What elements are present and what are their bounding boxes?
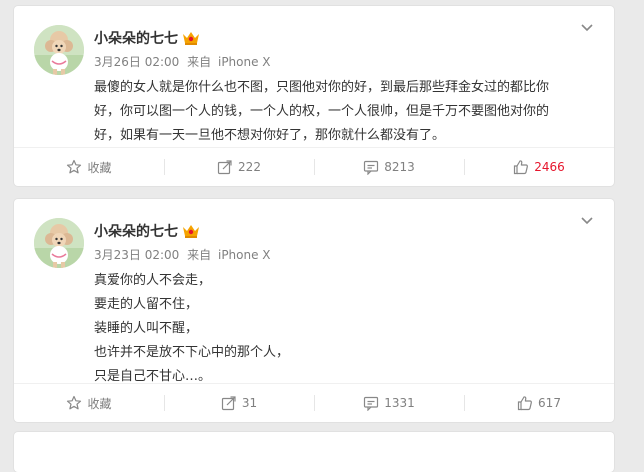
post-text: 真爱你的人不会走， 要走的人留不住， 装睡的人叫不醒， 也许并不是放不下心中的那… — [94, 269, 594, 389]
post-menu-button[interactable] — [580, 23, 594, 33]
post-date-link[interactable]: 3月23日 02:00 — [94, 248, 179, 262]
weibo-post-card: 小朵朵的七七 3月26日 02:00 来自 iPhone X 最傻的女人就是你什… — [14, 6, 614, 186]
repost-icon — [217, 160, 232, 175]
star-icon — [67, 159, 82, 174]
weibo-post-card: 小朵朵的七七 3月23日 02:00 来自 iPhone X 真爱你的人不会走，… — [14, 199, 614, 422]
repost-button[interactable]: 222 — [164, 148, 314, 186]
post-text: 最傻的女人就是你什么也不图，只图他对你的好，到最后那些拜金女过的都比你 好，你可… — [94, 76, 594, 148]
like-count: 2466 — [534, 160, 565, 174]
poodle-avatar-image — [34, 25, 84, 75]
comment-button[interactable]: 8213 — [314, 148, 464, 186]
post-via-label: 来自 — [187, 248, 212, 262]
post-text-line: 好，你可以图一个人的钱，一个人的权，一个人很帅，但是千万不要图他对你的 — [94, 104, 550, 119]
post-text-line: 装睡的人叫不醒， — [94, 321, 199, 336]
post-menu-button[interactable] — [580, 216, 594, 226]
post-device-link[interactable]: iPhone X — [218, 55, 271, 69]
comment-count: 1331 — [384, 396, 415, 410]
vip-badge-icon[interactable] — [182, 223, 200, 239]
comment-icon — [364, 396, 379, 411]
like-button[interactable]: 617 — [464, 384, 614, 422]
star-icon — [67, 395, 82, 410]
chevron-down-icon — [581, 217, 593, 225]
like-count: 617 — [538, 396, 561, 410]
user-name-link[interactable]: 小朵朵的七七 — [94, 28, 178, 48]
avatar[interactable] — [34, 218, 84, 268]
post-action-bar: 收藏 222 8213 2466 — [14, 147, 614, 186]
chevron-down-icon — [581, 24, 593, 32]
post-text-line: 真爱你的人不会走， — [94, 273, 212, 288]
weibo-post-card — [14, 432, 614, 472]
post-text-line: 好，如果有一天一旦他不想对你好了，那你就什么都没有了。 — [94, 128, 446, 143]
comment-icon — [364, 160, 379, 175]
favorite-label: 收藏 — [87, 396, 112, 411]
favorite-label: 收藏 — [87, 160, 112, 175]
post-action-bar: 收藏 31 1331 617 — [14, 383, 614, 422]
post-text-line: 最傻的女人就是你什么也不图，只图他对你的好，到最后那些拜金女过的都比你 — [94, 80, 550, 95]
post-device-link[interactable]: iPhone X — [218, 248, 271, 262]
favorite-button[interactable]: 收藏 — [14, 384, 164, 422]
post-meta: 3月26日 02:00 来自 iPhone X — [94, 53, 271, 70]
repost-count: 31 — [241, 396, 258, 410]
repost-button[interactable]: 31 — [164, 384, 314, 422]
poodle-avatar-image — [34, 218, 84, 268]
post-meta: 3月23日 02:00 来自 iPhone X — [94, 246, 271, 263]
post-text-line: 要走的人留不住， — [94, 297, 199, 312]
repost-icon — [221, 396, 236, 411]
repost-count: 222 — [238, 160, 261, 174]
post-text-line: 也许并不是放不下心中的那个人， — [94, 345, 290, 360]
vip-badge-icon[interactable] — [182, 30, 200, 46]
comment-button[interactable]: 1331 — [314, 384, 464, 422]
user-name-link[interactable]: 小朵朵的七七 — [94, 221, 178, 241]
thumbs-up-icon — [517, 396, 532, 411]
like-button[interactable]: 2466 — [464, 148, 614, 186]
avatar[interactable] — [34, 25, 84, 75]
comment-count: 8213 — [384, 160, 415, 174]
post-date-link[interactable]: 3月26日 02:00 — [94, 55, 179, 69]
post-via-label: 来自 — [187, 55, 212, 69]
thumbs-up-icon — [514, 160, 529, 175]
favorite-button[interactable]: 收藏 — [14, 148, 164, 186]
